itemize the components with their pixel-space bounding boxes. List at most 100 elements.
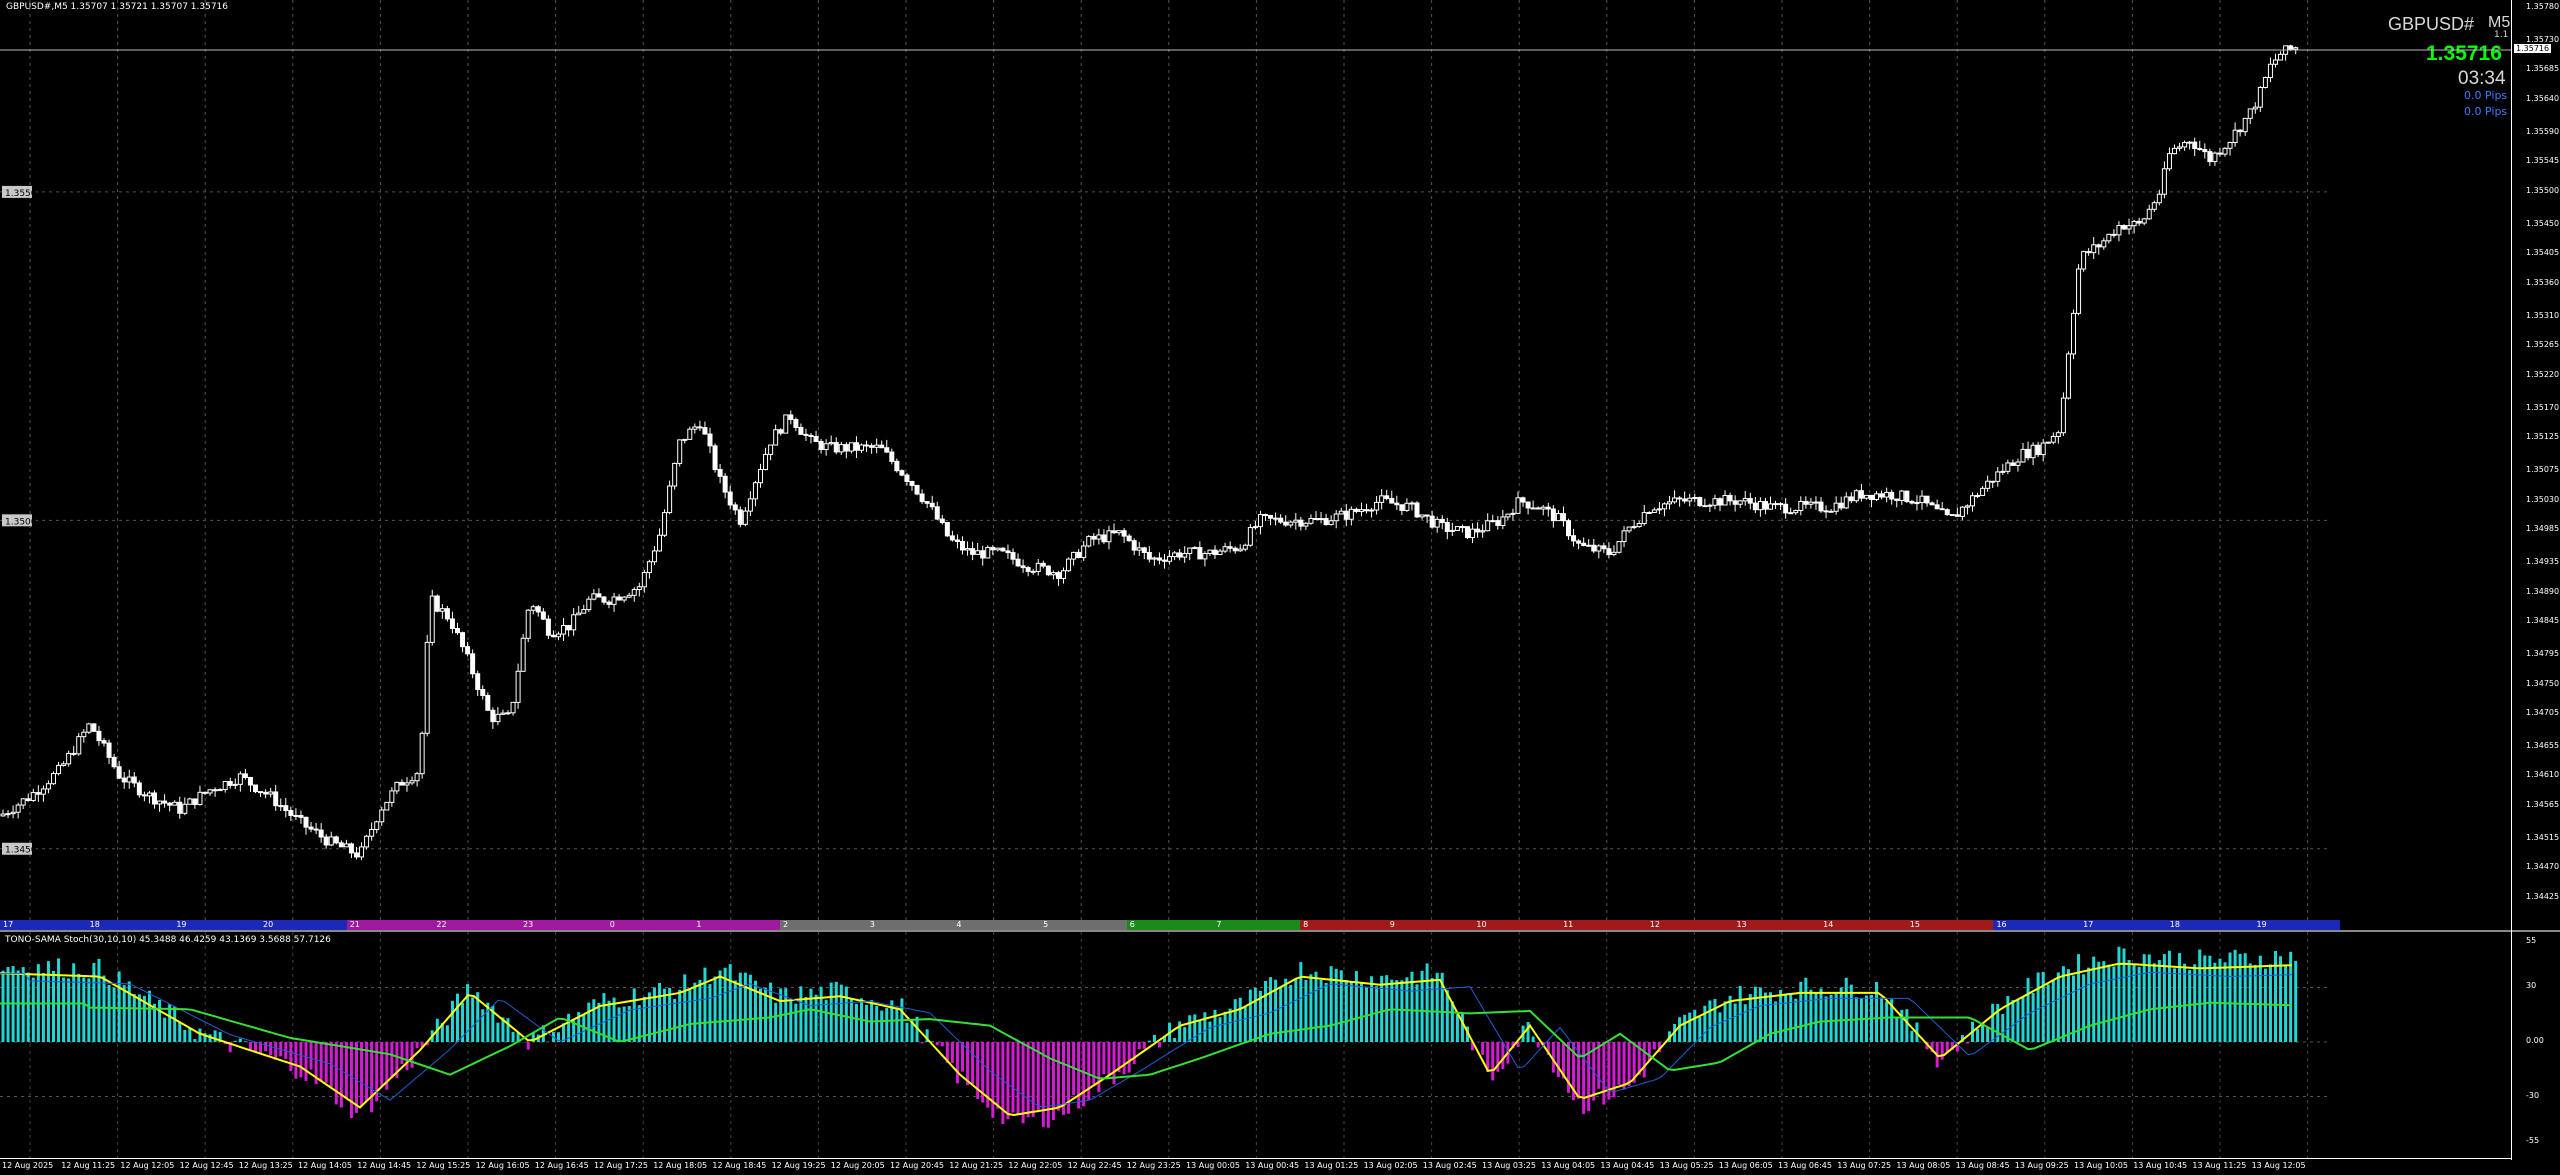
candle	[1626, 526, 1632, 533]
candle	[601, 596, 607, 605]
candle	[237, 771, 243, 792]
candle	[1045, 565, 1051, 577]
histogram-bar	[2248, 963, 2252, 1042]
time-tick: 13 Aug 04:45	[1600, 1161, 1655, 1170]
histogram-bar	[2198, 949, 2202, 1042]
histogram-bar	[1435, 972, 1439, 1042]
candle	[2065, 351, 2071, 400]
histogram-bar	[698, 979, 702, 1042]
histogram-bar	[1011, 1042, 1015, 1113]
candle	[813, 430, 819, 443]
candle	[611, 592, 617, 612]
candle	[722, 473, 728, 499]
candle	[1535, 506, 1541, 510]
candle	[944, 522, 950, 537]
candle	[561, 617, 567, 641]
time-axis[interactable]: 12 Aug 2025 12 Aug 11:25 12 Aug 12:05 12 Au…	[0, 1160, 2511, 1175]
time-tick: 13 Aug 10:45	[2133, 1161, 2188, 1170]
candle	[1747, 492, 1753, 510]
histogram-bar	[971, 1042, 975, 1085]
candle	[980, 545, 986, 566]
histogram-bar	[496, 1022, 500, 1042]
candle	[591, 589, 597, 601]
candle	[1959, 505, 1965, 521]
candle	[1944, 508, 1950, 516]
candle	[343, 839, 349, 848]
candle	[2086, 248, 2092, 256]
candle	[2081, 250, 2087, 272]
histogram-bar	[46, 961, 50, 1042]
candle	[253, 784, 258, 794]
candle	[2182, 140, 2188, 151]
session-segment: 9	[1386, 920, 1474, 930]
time-tick: 12 Aug 12:05	[120, 1161, 175, 1170]
candle	[2222, 147, 2228, 157]
histogram-bar	[233, 1040, 237, 1042]
histogram-bar	[147, 990, 151, 1042]
histogram-bar	[2218, 958, 2222, 1042]
candle	[1571, 528, 1577, 547]
histogram-bar	[1753, 986, 1757, 1042]
candle	[293, 808, 299, 820]
histogram-bar	[1617, 1042, 1621, 1085]
candle	[1762, 497, 1768, 515]
histogram-bar	[607, 1000, 611, 1042]
histogram-bar	[1425, 963, 1429, 1042]
candle	[626, 592, 632, 598]
candle	[707, 427, 713, 454]
histogram-bar	[450, 1000, 454, 1042]
histogram-bar	[728, 964, 732, 1042]
candle	[2106, 233, 2112, 244]
price-chart[interactable]: 1.3550 1.3500 1.3450	[0, 0, 2511, 927]
candle	[1288, 520, 1294, 528]
time-tick: 13 Aug 06:45	[1778, 1161, 1832, 1170]
candle	[1712, 494, 1718, 510]
histogram-bar	[2162, 954, 2166, 1042]
histogram-bar	[658, 983, 661, 1042]
histogram-bar	[950, 1042, 954, 1063]
candle	[530, 604, 536, 615]
svg-text:1.3450: 1.3450	[5, 846, 37, 856]
histogram-bar	[1178, 1021, 1182, 1042]
candle	[1010, 548, 1016, 565]
candle	[1146, 546, 1152, 563]
histogram-bar	[920, 1042, 924, 1044]
candle	[1465, 526, 1470, 539]
histogram-bar	[1198, 1020, 1202, 1042]
histogram-bar	[940, 1042, 944, 1047]
candle	[1560, 506, 1566, 527]
time-tick: 13 Aug 00:45	[1245, 1161, 1300, 1170]
candle	[1828, 508, 1834, 513]
candle	[1813, 496, 1819, 510]
candle	[111, 753, 117, 769]
candle	[596, 588, 602, 598]
histogram-bar	[1718, 1012, 1722, 1042]
histogram-bar	[355, 1042, 358, 1113]
price-tick: 1.35265	[2526, 340, 2560, 350]
histogram-bar	[294, 1042, 298, 1079]
candle	[227, 777, 233, 789]
histogram-bar	[1248, 989, 1252, 1042]
histogram-bar	[31, 977, 35, 1042]
candle	[1485, 513, 1491, 532]
candle	[1858, 483, 1864, 502]
candle	[1939, 501, 1945, 511]
histogram-bar	[678, 989, 682, 1042]
candle	[369, 822, 375, 841]
candle	[45, 780, 51, 794]
candle	[960, 536, 965, 555]
stoch-indicator-chart[interactable]	[0, 932, 2511, 1158]
candle	[1808, 497, 1814, 509]
candle	[1076, 549, 1082, 559]
candle	[0, 809, 6, 817]
candle	[273, 784, 279, 811]
candle	[571, 608, 577, 636]
candle	[1550, 505, 1556, 528]
price-axis[interactable]: 1.35780 1.35730 1.35685 1.35640 1.35590 1.355…	[2512, 0, 2560, 930]
candle	[1788, 507, 1794, 515]
session-segment: 23	[520, 920, 607, 930]
candle	[444, 605, 450, 622]
candle	[2025, 441, 2031, 461]
candle	[76, 732, 82, 756]
candle	[1459, 524, 1465, 533]
